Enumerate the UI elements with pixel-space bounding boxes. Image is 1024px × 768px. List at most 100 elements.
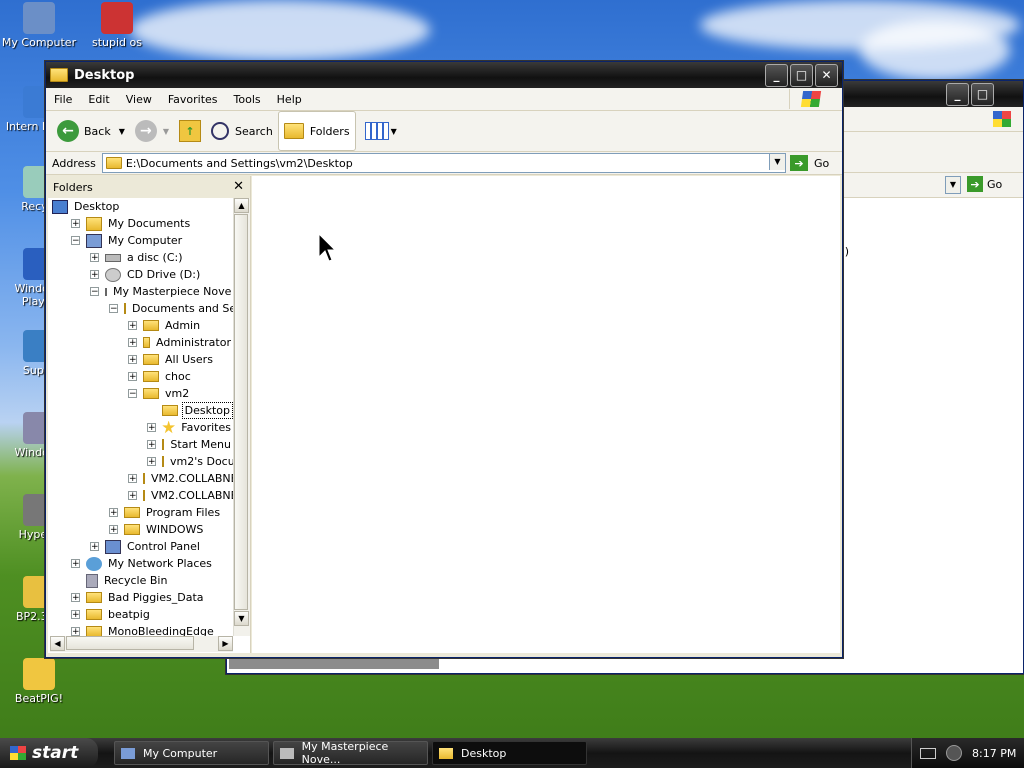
tree-item[interactable]: + WINDOWS: [50, 521, 233, 538]
start-button[interactable]: start: [0, 738, 98, 768]
address-dropdown-icon[interactable]: ▼: [769, 154, 785, 170]
expand-icon[interactable]: +: [147, 423, 156, 433]
taskbar-button[interactable]: My Computer: [114, 741, 269, 765]
tree-item[interactable]: + CD Drive (D:): [50, 266, 233, 283]
folder-icon: [86, 592, 102, 603]
tree-item[interactable]: Desktop: [50, 198, 233, 215]
back-go-button[interactable]: ➔ Go: [967, 176, 1002, 192]
menu-edit[interactable]: Edit: [80, 93, 117, 106]
expand-icon[interactable]: +: [128, 491, 137, 501]
back-horizontal-scrollbar[interactable]: [229, 657, 439, 669]
menu-tools[interactable]: Tools: [226, 93, 269, 106]
tree-item[interactable]: + All Users: [50, 351, 233, 368]
go-arrow-icon: ➔: [790, 155, 808, 171]
expand-icon[interactable]: +: [128, 372, 137, 382]
tree-item-label: Documents and Settin: [132, 302, 233, 315]
tree-item[interactable]: + Bad Piggies_Data: [50, 589, 233, 606]
expand-icon[interactable]: +: [109, 508, 118, 518]
collapse-icon[interactable]: −: [90, 287, 99, 297]
go-label: Go: [814, 156, 830, 170]
expand-icon[interactable]: +: [147, 457, 156, 467]
desktop-icon[interactable]: stupid os: [78, 2, 156, 49]
tree-item[interactable]: Recycle Bin: [50, 572, 233, 589]
back-button[interactable]: ← Back ▼: [52, 114, 130, 148]
desktop-icon[interactable]: My Computer: [0, 2, 78, 49]
tree-item[interactable]: + Control Panel: [50, 538, 233, 555]
forward-button[interactable]: → ▼: [130, 114, 174, 148]
tree-item[interactable]: + Admin: [50, 317, 233, 334]
menu-help[interactable]: Help: [269, 93, 310, 106]
expand-icon[interactable]: +: [71, 627, 80, 637]
menu-file[interactable]: File: [46, 93, 80, 106]
search-button[interactable]: Search: [206, 114, 278, 148]
desktop-icon[interactable]: BeatPIG!: [0, 658, 78, 705]
expand-icon[interactable]: +: [128, 321, 137, 331]
folders-button[interactable]: Folders: [277, 111, 356, 151]
tree-item[interactable]: − vm2: [50, 385, 233, 402]
tree-item[interactable]: + Administrator: [50, 334, 233, 351]
tree-item[interactable]: + Program Files: [50, 504, 233, 521]
tree-item[interactable]: + vm2's Docume: [50, 453, 233, 470]
collapse-icon[interactable]: −: [71, 236, 80, 246]
scroll-right-button[interactable]: ▶: [218, 636, 233, 651]
explorer-window[interactable]: Desktop _ □ ✕ File Edit View Favorites T…: [45, 61, 843, 658]
maximize-button[interactable]: □: [790, 63, 813, 87]
close-button[interactable]: ✕: [815, 63, 838, 87]
scroll-down-button[interactable]: ▼: [234, 611, 249, 626]
tree-item[interactable]: − Documents and Settin: [50, 300, 233, 317]
tree-item[interactable]: − My Masterpiece Nove! (E:: [50, 283, 233, 300]
collapse-icon[interactable]: −: [128, 389, 137, 399]
expand-icon[interactable]: +: [90, 270, 99, 280]
views-button[interactable]: ▼: [360, 114, 402, 148]
tree-item-label: Program Files: [146, 506, 221, 519]
expand-icon[interactable]: +: [71, 610, 80, 620]
keyboard-icon[interactable]: [920, 747, 936, 759]
clock[interactable]: 8:17 PM: [972, 747, 1016, 760]
expand-icon[interactable]: +: [128, 355, 137, 365]
tree-horizontal-scrollbar[interactable]: ◀ ▶: [50, 636, 233, 652]
maximize-button[interactable]: □: [971, 82, 994, 106]
go-button[interactable]: ➔ Go: [790, 155, 842, 171]
scroll-left-button[interactable]: ◀: [50, 636, 65, 651]
sound-icon[interactable]: [946, 745, 962, 761]
tree-vertical-scrollbar[interactable]: ▲ ▼: [233, 198, 250, 636]
tree-item[interactable]: + beatpig: [50, 606, 233, 623]
forward-dropdown-icon[interactable]: ▼: [163, 127, 169, 136]
expand-icon[interactable]: +: [90, 542, 99, 552]
expand-icon[interactable]: +: [90, 253, 99, 263]
tree-item[interactable]: + VM2.COLLABNET: [50, 470, 233, 487]
content-area[interactable]: [252, 176, 840, 653]
menu-view[interactable]: View: [118, 93, 160, 106]
taskbar-button[interactable]: My Masterpiece Nove...: [273, 740, 428, 766]
taskbar-button[interactable]: Desktop: [432, 741, 587, 765]
tree-item[interactable]: + My Network Places: [50, 555, 233, 572]
up-folder-button[interactable]: ↑: [174, 114, 206, 148]
minimize-button[interactable]: _: [765, 63, 788, 87]
back-address-dropdown[interactable]: ▼: [945, 176, 961, 194]
expand-icon[interactable]: +: [147, 440, 156, 450]
tree-item[interactable]: − My Computer: [50, 232, 233, 249]
scroll-up-button[interactable]: ▲: [234, 198, 249, 213]
title-bar[interactable]: Desktop _ □ ✕: [46, 62, 842, 88]
tree-item[interactable]: Desktop: [50, 402, 233, 419]
expand-icon[interactable]: +: [71, 219, 80, 229]
tree-item[interactable]: + a disc (C:): [50, 249, 233, 266]
h-scroll-thumb[interactable]: [66, 636, 194, 650]
expand-icon[interactable]: +: [71, 559, 80, 569]
tree-item[interactable]: + choc: [50, 368, 233, 385]
expand-icon[interactable]: +: [71, 593, 80, 603]
tree-item[interactable]: + My Documents: [50, 215, 233, 232]
collapse-icon[interactable]: −: [109, 304, 118, 314]
tree-item[interactable]: + Start Menu: [50, 436, 233, 453]
expand-icon[interactable]: +: [128, 474, 137, 484]
menu-favorites[interactable]: Favorites: [160, 93, 226, 106]
minimize-button[interactable]: _: [946, 82, 969, 106]
address-input[interactable]: E:\Documents and Settings\vm2\Desktop ▼: [101, 153, 786, 173]
scroll-thumb[interactable]: [234, 214, 248, 610]
back-dropdown-icon[interactable]: ▼: [119, 127, 125, 136]
tree-item[interactable]: + Favorites: [50, 419, 233, 436]
expand-icon[interactable]: +: [109, 525, 118, 535]
close-pane-icon[interactable]: ✕: [233, 179, 244, 194]
expand-icon[interactable]: +: [128, 338, 137, 348]
tree-item[interactable]: + VM2.COLLABNET.: [50, 487, 233, 504]
